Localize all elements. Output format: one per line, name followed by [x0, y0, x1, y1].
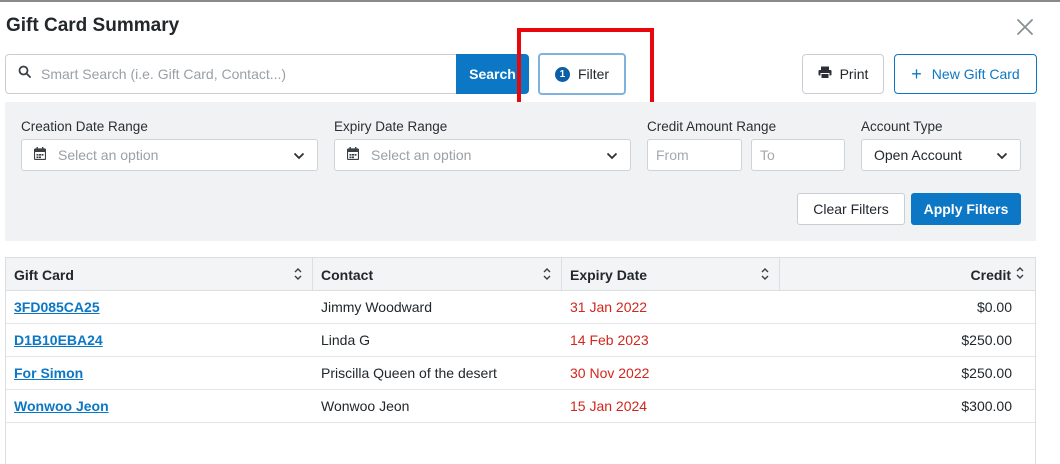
credit-cell: $0.00 [976, 299, 1012, 315]
gift-card-table: Gift Card Contact Expiry Date Credit 3FD… [5, 257, 1036, 464]
chevron-down-icon [996, 147, 1008, 163]
expiry-date-label: Expiry Date Range [334, 119, 448, 134]
column-header-label: Contact [321, 266, 374, 283]
account-type-select[interactable]: Open Account [861, 139, 1021, 171]
account-type-value: Open Account [874, 147, 962, 163]
new-gift-card-label: New Gift Card [931, 66, 1020, 82]
sort-icon [760, 267, 770, 284]
gift-card-link[interactable]: D1B10EBA24 [14, 332, 103, 348]
gift-card-cell: 3FD085CA25 [6, 291, 313, 323]
expiry-cell: 30 Nov 2022 [570, 365, 650, 381]
column-header-label: Gift Card [14, 266, 74, 283]
apply-filters-button[interactable]: Apply Filters [911, 193, 1021, 225]
search-input[interactable] [41, 66, 441, 82]
sort-icon [1015, 266, 1025, 283]
filter-count-badge: 1 [554, 66, 570, 82]
contact-cell: Priscilla Queen of the desert [321, 365, 497, 381]
gift-card-link[interactable]: For Simon [14, 365, 83, 381]
contact-cell: Linda G [321, 332, 371, 348]
gift-card-cell: Wonwoo Jeon [6, 390, 313, 422]
expiry-date-select[interactable]: Select an option [334, 139, 631, 171]
creation-date-select[interactable]: Select an option [21, 139, 318, 171]
creation-date-placeholder: Select an option [58, 147, 159, 163]
new-gift-card-button[interactable]: + New Gift Card [894, 54, 1037, 94]
search-field[interactable] [5, 54, 456, 94]
window-top-border [0, 0, 1060, 2]
filter-button-label: Filter [577, 66, 610, 82]
credit-cell: $300.00 [961, 398, 1012, 414]
creation-date-label: Creation Date Range [21, 119, 148, 134]
table-row: 3FD085CA25 Jimmy Woodward 31 Jan 2022 $0… [6, 291, 1035, 324]
gift-card-cell: D1B10EBA24 [6, 324, 313, 356]
close-icon[interactable] [1013, 15, 1037, 39]
gift-card-cell: For Simon [6, 357, 313, 389]
chevron-down-icon [293, 147, 305, 163]
search-button[interactable]: Search [456, 54, 529, 94]
calendar-icon [346, 147, 360, 163]
table-header: Gift Card Contact Expiry Date Credit [6, 258, 1035, 291]
credit-cell: $250.00 [961, 332, 1012, 348]
filter-panel: Creation Date Range Select an option Exp… [5, 102, 1036, 241]
table-row: For Simon Priscilla Queen of the desert … [6, 357, 1035, 390]
credit-amount-label: Credit Amount Range [647, 119, 777, 134]
gift-card-link[interactable]: 3FD085CA25 [14, 299, 100, 315]
search-bar: Search [5, 54, 529, 94]
contact-cell: Jimmy Woodward [321, 299, 432, 315]
column-header-expiry-date[interactable]: Expiry Date [562, 258, 780, 291]
print-button-label: Print [839, 66, 869, 82]
expiry-date-placeholder: Select an option [371, 147, 472, 163]
expiry-cell: 31 Jan 2022 [570, 299, 648, 315]
table-row: D1B10EBA24 Linda G 14 Feb 2023 $250.00 [6, 324, 1035, 357]
chevron-down-icon [606, 147, 618, 163]
print-button[interactable]: Print [802, 54, 884, 94]
filter-button[interactable]: 1 Filter [538, 53, 626, 95]
printer-icon [818, 66, 832, 82]
column-header-label: Expiry Date [570, 266, 648, 283]
sort-icon [293, 267, 303, 284]
sort-icon [542, 267, 552, 284]
clear-filters-button[interactable]: Clear Filters [797, 193, 905, 225]
column-header-credit[interactable]: Credit [780, 258, 1035, 291]
plus-icon: + [911, 64, 922, 84]
column-header-gift-card[interactable]: Gift Card [6, 258, 313, 291]
page-title: Gift Card Summary [6, 15, 180, 36]
credit-cell: $250.00 [961, 365, 1012, 381]
account-type-label: Account Type [861, 119, 943, 134]
credit-from-input[interactable] [647, 139, 742, 171]
column-header-label: Credit [970, 266, 1011, 283]
expiry-cell: 14 Feb 2023 [570, 332, 649, 348]
column-header-contact[interactable]: Contact [313, 258, 562, 291]
gift-card-link[interactable]: Wonwoo Jeon [14, 398, 109, 414]
expiry-cell: 15 Jan 2024 [570, 398, 648, 414]
search-icon [18, 65, 31, 83]
contact-cell: Wonwoo Jeon [321, 398, 410, 414]
table-row: Wonwoo Jeon Wonwoo Jeon 15 Jan 2024 $300… [6, 390, 1035, 423]
calendar-icon [33, 147, 47, 163]
credit-to-input[interactable] [751, 139, 845, 171]
